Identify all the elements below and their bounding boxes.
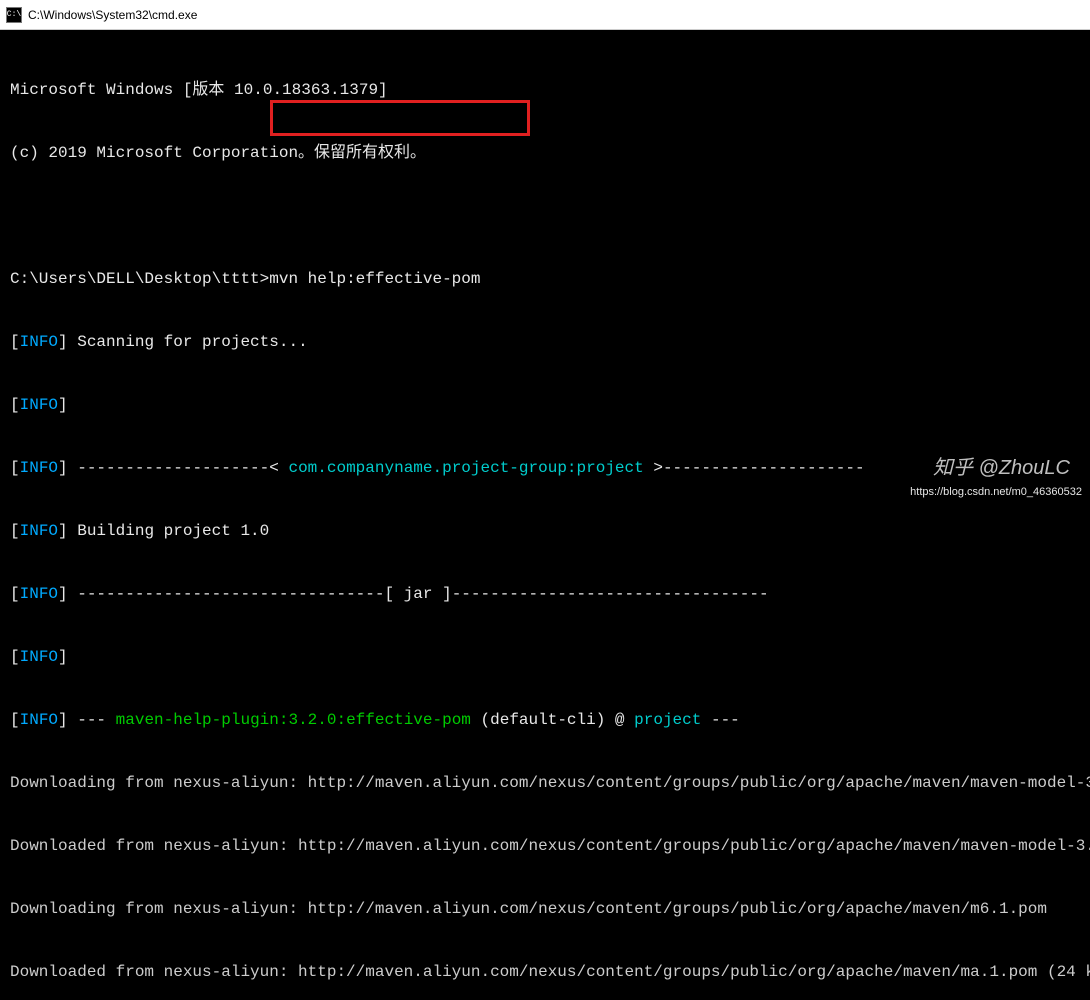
info-blank2: [INFO]: [10, 647, 1086, 668]
window-title: C:\Windows\System32\cmd.exe: [28, 8, 197, 22]
plugin-suffix: ---: [701, 711, 739, 729]
info-tag: INFO: [20, 333, 58, 351]
info-scanning: [INFO] Scanning for projects...: [10, 332, 1086, 353]
jar-line: --------------------------------[ jar ]-…: [68, 585, 769, 603]
download-line: Downloading from nexus-aliyun: http://ma…: [10, 899, 1086, 920]
info-building: [INFO] Building project 1.0: [10, 521, 1086, 542]
info-jar: [INFO] --------------------------------[…: [10, 584, 1086, 605]
watermark-url: https://blog.csdn.net/m0_46360532: [910, 486, 1082, 498]
plugin-prefix: ---: [68, 711, 116, 729]
cmd-icon: C:\: [6, 7, 22, 23]
info-group: [INFO] --------------------< com.company…: [10, 458, 1086, 479]
info-tag: INFO: [20, 459, 58, 477]
copyright-line: (c) 2019 Microsoft Corporation。保留所有权利。: [10, 143, 1086, 164]
plugin-project: project: [634, 711, 701, 729]
terminal-output[interactable]: Microsoft Windows [版本 10.0.18363.1379] (…: [0, 30, 1090, 1000]
banner-line: Microsoft Windows [版本 10.0.18363.1379]: [10, 80, 1086, 101]
plugin-name: maven-help-plugin:3.2.0:effective-pom: [116, 711, 471, 729]
info-tag: INFO: [20, 522, 58, 540]
prompt-path: C:\Users\DELL\Desktop\tttt>: [10, 270, 269, 288]
info-tag: INFO: [20, 396, 58, 414]
command-text: mvn help:effective-pom: [269, 270, 480, 288]
dash-right: >---------------------: [644, 459, 865, 477]
blank-line: [10, 206, 1086, 227]
download-line: Downloading from nexus-aliyun: http://ma…: [10, 773, 1086, 794]
window-titlebar: C:\ C:\Windows\System32\cmd.exe: [0, 0, 1090, 30]
download-line: Downloaded from nexus-aliyun: http://mav…: [10, 962, 1086, 983]
download-line: Downloaded from nexus-aliyun: http://mav…: [10, 836, 1086, 857]
plugin-mid: (default-cli) @: [471, 711, 634, 729]
info-tag: INFO: [20, 648, 58, 666]
info-plugin: [INFO] --- maven-help-plugin:3.2.0:effec…: [10, 710, 1086, 731]
info-tag: INFO: [20, 711, 58, 729]
building-text: Building project 1.0: [68, 522, 270, 540]
info-blank: [INFO]: [10, 395, 1086, 416]
dash-left: --------------------<: [68, 459, 289, 477]
scanning-text: Scanning for projects...: [68, 333, 308, 351]
group-id: com.companyname.project-group:project: [288, 459, 643, 477]
info-tag: INFO: [20, 585, 58, 603]
prompt-line: C:\Users\DELL\Desktop\tttt>mvn help:effe…: [10, 269, 1086, 290]
watermark-text: 知乎 @ZhouLC: [933, 451, 1070, 480]
